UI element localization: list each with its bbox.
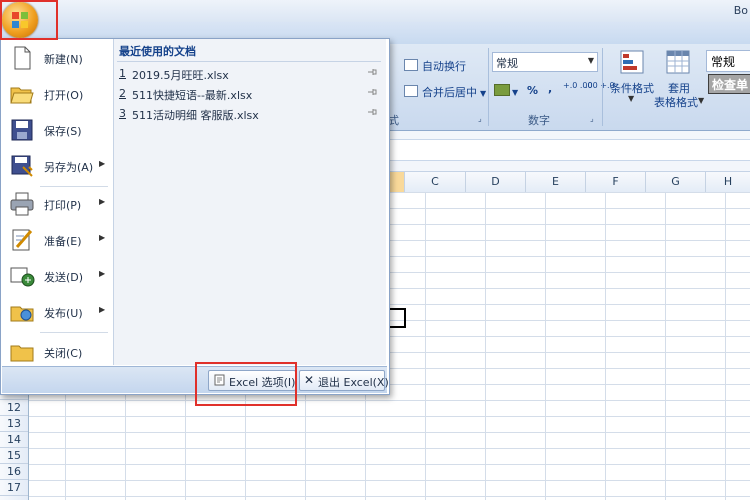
number-group-label: 数字 — [528, 114, 550, 127]
number-dialog-launcher[interactable]: ⌟ — [590, 114, 594, 123]
row-header[interactable]: 17 — [0, 480, 28, 496]
submenu-arrow-icon: ▶ — [99, 233, 106, 242]
folder-open-icon — [10, 87, 34, 104]
alignment-dialog-launcher[interactable]: ⌟ — [478, 114, 482, 123]
close-folder-icon — [10, 345, 34, 362]
save-icon — [11, 119, 33, 141]
row-header[interactable]: 16 — [0, 464, 28, 480]
publish-icon — [10, 306, 34, 322]
recent-documents-title: 最近使用的文档 — [119, 45, 196, 58]
menu-item-print[interactable]: 打印(P) ▶ — [2, 187, 112, 221]
column-header[interactable]: G — [646, 172, 706, 192]
window-title: Bo — [733, 4, 748, 17]
row-header[interactable]: 13 — [0, 416, 28, 432]
title-bar: Bo — [0, 0, 750, 22]
menu-item-open[interactable]: 打开(O) — [2, 77, 112, 111]
menu-item-save-as[interactable]: 另存为(A) ▶ — [2, 149, 112, 183]
conditional-format-icon — [620, 50, 644, 74]
column-header[interactable]: C — [405, 172, 466, 192]
menu-separator — [40, 332, 108, 333]
pin-icon[interactable] — [367, 107, 377, 117]
new-document-icon — [14, 46, 31, 70]
currency-button[interactable]: ▼ — [494, 84, 518, 98]
number-format-dropdown[interactable]: 常规 ▼ — [492, 52, 598, 72]
percent-button[interactable]: % — [527, 84, 538, 97]
column-header[interactable]: H — [706, 172, 750, 192]
column-header[interactable]: D — [466, 172, 526, 192]
currency-icon — [494, 84, 510, 96]
pin-icon[interactable] — [367, 67, 377, 77]
prepare-icon — [12, 229, 33, 251]
wrap-text-button[interactable]: 自动换行 — [404, 58, 466, 74]
printer-icon — [10, 192, 34, 216]
style-normal-cell[interactable]: 常规 — [706, 50, 750, 72]
submenu-arrow-icon: ▶ — [99, 159, 106, 168]
recent-document-item[interactable]: 3 511活动明细 客服版.xlsx — [119, 105, 381, 123]
submenu-arrow-icon: ▶ — [99, 197, 106, 206]
conditional-format-button[interactable]: 条件格式 ▼ — [610, 48, 654, 108]
recent-divider — [117, 61, 381, 62]
menu-item-publish[interactable]: 发布(U) ▶ — [2, 295, 112, 329]
comma-button[interactable]: , — [548, 82, 552, 95]
office-menu-commands: 新建(N) 打开(O) 保存(S) 另存为(A) ▶ 打印(P) ▶ 准备(E)… — [2, 39, 112, 365]
menu-item-prepare[interactable]: 准备(E) ▶ — [2, 223, 112, 257]
pin-icon[interactable] — [367, 87, 377, 97]
format-as-table-button[interactable]: 套用 表格格式 ▼ — [654, 48, 706, 109]
row-header[interactable]: 12 — [0, 400, 28, 416]
chevron-down-icon: ▼ — [587, 56, 594, 65]
group-separator — [602, 48, 603, 126]
menu-item-send[interactable]: 发送(D) ▶ — [2, 259, 112, 293]
column-header[interactable]: E — [526, 172, 586, 192]
submenu-arrow-icon: ▶ — [99, 305, 106, 314]
close-icon: ✕ — [304, 373, 315, 387]
save-as-icon — [11, 155, 33, 177]
increase-decimal-button[interactable]: +.0 .00 — [563, 82, 593, 90]
excel-options-highlight — [195, 362, 297, 406]
merge-center-icon — [404, 85, 418, 97]
send-icon — [10, 267, 35, 287]
submenu-arrow-icon: ▶ — [99, 269, 106, 278]
recent-document-item[interactable]: 1 2019.5月旺旺.xlsx — [119, 65, 381, 83]
row-header[interactable]: 15 — [0, 448, 28, 464]
menu-item-save[interactable]: 保存(S) — [2, 113, 112, 147]
row-header[interactable]: 14 — [0, 432, 28, 448]
group-separator — [488, 48, 489, 126]
style-check-cell[interactable]: 检查单 — [708, 74, 750, 94]
office-menu: 新建(N) 打开(O) 保存(S) 另存为(A) ▶ 打印(P) ▶ 准备(E)… — [0, 38, 390, 395]
wrap-text-icon — [404, 59, 418, 71]
recent-document-item[interactable]: 2 511快捷短语--最新.xlsx — [119, 85, 381, 103]
exit-excel-button[interactable]: ✕ 退出 Excel(X) — [299, 370, 389, 391]
table-format-icon — [666, 50, 690, 74]
column-header[interactable]: F — [586, 172, 646, 192]
menu-item-new[interactable]: 新建(N) — [2, 41, 112, 75]
merge-center-button[interactable]: 合并后居中 ▼ — [404, 84, 486, 100]
menu-item-close[interactable]: 关闭(C) — [2, 335, 112, 369]
office-button-highlight — [0, 0, 58, 40]
